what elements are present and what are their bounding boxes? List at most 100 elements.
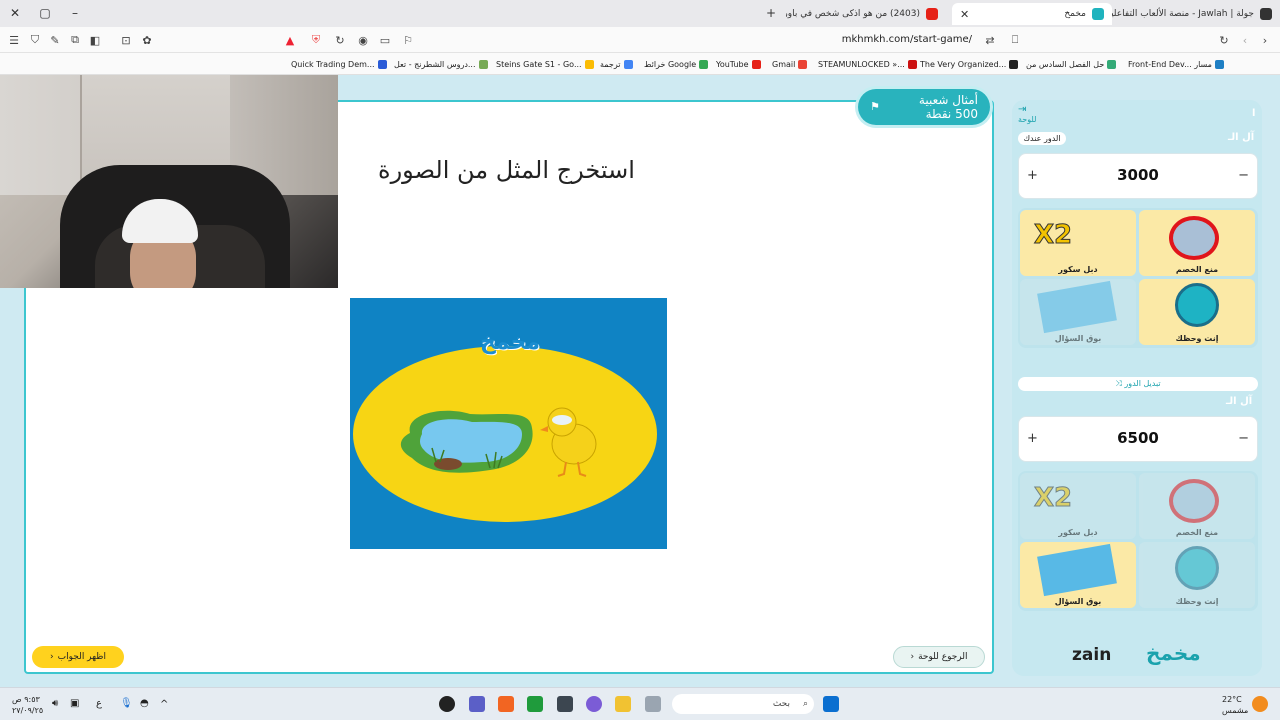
bookmark-item[interactable]: Gmail: [772, 57, 808, 71]
tab-youtube[interactable]: (2403) من هو اذكى شخص في باور: [786, 3, 946, 25]
bookmark-item[interactable]: خرائط Google: [644, 57, 709, 71]
pen-icon[interactable]: ✎: [47, 32, 63, 48]
forward-icon[interactable]: ‹: [1237, 32, 1253, 48]
reload-icon[interactable]: ↻: [1216, 32, 1232, 48]
shield-icon[interactable]: ⛉: [27, 32, 43, 48]
cast-icon[interactable]: ▭: [377, 32, 393, 48]
bookmark-item[interactable]: YouTube: [716, 57, 761, 71]
double-score-power[interactable]: X2 دبل سكور: [1020, 210, 1136, 276]
sidebar-toggle-icon[interactable]: ◧: [87, 32, 103, 48]
bookmark-item[interactable]: Front-End Dev... مسار: [1128, 57, 1224, 71]
bookmark-favicon-icon: [377, 59, 387, 69]
language-icon[interactable]: ع: [96, 698, 102, 709]
bookmark-label: حل الفصل السادس من: [1026, 59, 1105, 69]
drive-icon: [584, 59, 594, 69]
power-label: بوق السؤال: [1054, 334, 1102, 343]
bookmark-item[interactable]: ترجمة: [600, 57, 633, 71]
xbox-icon[interactable]: [527, 696, 543, 712]
obs-icon[interactable]: [439, 696, 455, 712]
mkhmkh-logo: مخمخ: [1146, 641, 1201, 665]
bookmark-label: خرائط Google: [644, 59, 697, 69]
block-opponent-power[interactable]: منع الخصم: [1139, 473, 1255, 539]
windows-taskbar: 22°C مشمس بحث ⌕ ^ ◓ 🎙︎ ع ▣ 🔊︎ ٩:٥٣ ص ٢٧/…: [0, 687, 1280, 720]
weather-temperature: 22°C: [1222, 695, 1242, 704]
bookmark-favicon-icon: [1214, 59, 1224, 69]
brave-shields-icon[interactable]: ⛨: [308, 32, 324, 48]
bookmark-icon[interactable]: ⎕: [1007, 32, 1023, 48]
luck-wheel-power[interactable]: إنت وحظك: [1139, 279, 1255, 345]
close-window-icon[interactable]: ✕: [6, 4, 24, 22]
extensions-icon[interactable]: ✿: [139, 32, 155, 48]
bookmark-item[interactable]: STEAMUNLOCKED »...: [818, 57, 917, 71]
team2-score-box: + 6500 −: [1018, 416, 1258, 462]
board-link-label: للوحة: [1018, 115, 1037, 124]
discord-icon[interactable]: [586, 696, 602, 712]
tab-mkhmkh[interactable]: مخمخ ✕: [952, 3, 1112, 25]
chevron-left-icon: ‹: [910, 652, 915, 662]
back-to-board-button[interactable]: الرجوع للوحة ‹: [893, 646, 985, 668]
double-score-power[interactable]: X2 دبل سكور: [1020, 473, 1136, 539]
address-bar[interactable]: mkhmkh.com/start-game/: [520, 31, 1000, 49]
bookmark-label: Steins Gate S1 - Go...: [496, 59, 582, 69]
zain-logo: zain: [1072, 645, 1112, 665]
team2-minus-button[interactable]: −: [1238, 431, 1249, 446]
site-settings-icon[interactable]: ⇄: [982, 32, 998, 48]
browser-toolbar: ☰ ⛉ ✎ ⧉ ◧ ⊡ ✿ ▲ ⛨ ↻ ◉ ▭ ⚐ mkhmkh.com/sta…: [0, 27, 1280, 53]
bookmark-item[interactable]: حل الفصل السادس من: [1026, 57, 1117, 71]
eye-icon[interactable]: ◉: [355, 32, 371, 48]
question-horn-power[interactable]: بوق السؤال: [1020, 279, 1136, 345]
power-label: بوق السؤال: [1054, 597, 1102, 606]
wheel-icon: [1175, 546, 1219, 590]
bookmarks-bar: Front-End Dev... مسار حل الفصل السادس من…: [0, 53, 1280, 75]
chevron-left-icon: ‹: [50, 652, 54, 662]
tab-jawlah[interactable]: جولة | Jawlah - منصة الألعاب التفاعلية: [1112, 3, 1280, 25]
bookmark-label: STEAMUNLOCKED »...: [818, 59, 905, 69]
show-answer-label: اظهر الجواب: [57, 652, 106, 662]
gmail-icon: [798, 59, 808, 69]
maximize-window-icon[interactable]: ▢: [36, 4, 54, 22]
notification-icon[interactable]: ▣: [70, 698, 79, 709]
store-icon[interactable]: [557, 696, 573, 712]
board-link[interactable]: ⇥ للوحة: [1018, 104, 1036, 124]
minimize-window-icon[interactable]: –: [66, 4, 84, 22]
question-horn-power[interactable]: بوق السؤال: [1020, 542, 1136, 608]
brave-rewards-icon[interactable]: ▲: [282, 32, 298, 48]
bookmark-favicon-icon: [478, 59, 488, 69]
power-label: دبل سكور: [1058, 528, 1098, 537]
menu-icon[interactable]: ☰: [6, 32, 22, 48]
bookmark-item[interactable]: The Very Organized...: [920, 57, 1019, 71]
translate-favicon-icon: [623, 59, 633, 69]
luck-wheel-power[interactable]: إنت وحظك: [1139, 542, 1255, 608]
youtube-icon: [751, 59, 761, 69]
teams-icon[interactable]: [469, 696, 485, 712]
tray-chevron-icon[interactable]: ^: [160, 699, 168, 710]
bookmark-label: The Very Organized...: [920, 59, 1007, 69]
team1-score: 3000: [1117, 166, 1159, 184]
windows-start-icon[interactable]: [823, 696, 839, 712]
microphone-icon[interactable]: 🎙︎: [120, 698, 133, 709]
translate-icon[interactable]: ⚐: [400, 32, 416, 48]
screenshot-icon[interactable]: ⧉: [67, 32, 83, 48]
flag-icon[interactable]: ⚑: [870, 100, 880, 113]
brave-icon[interactable]: [498, 696, 514, 712]
switch-turn-button[interactable]: تبديل الدور ⤨: [1018, 377, 1258, 391]
back-icon[interactable]: ›: [1257, 32, 1273, 48]
close-tab-icon[interactable]: ✕: [960, 8, 969, 21]
show-answer-button[interactable]: اظهر الجواب ‹: [32, 646, 124, 668]
bookmark-item[interactable]: Quick Trading Dem...: [291, 57, 387, 71]
team1-minus-button[interactable]: −: [1238, 168, 1249, 183]
power-label: منع الخصم: [1175, 528, 1219, 537]
power-label: منع الخصم: [1175, 265, 1219, 274]
app-icon[interactable]: [645, 696, 661, 712]
bookmark-favicon-icon: [1009, 59, 1019, 69]
taskbar-search[interactable]: بحث ⌕: [672, 694, 814, 714]
network-icon[interactable]: ◓: [140, 698, 149, 709]
bookmark-item[interactable]: Steins Gate S1 - Go...: [496, 57, 594, 71]
file-explorer-icon[interactable]: [615, 696, 631, 712]
new-tab-icon[interactable]: +: [762, 4, 780, 22]
volume-icon[interactable]: 🔊︎: [52, 698, 58, 709]
zoom-icon[interactable]: ⊡: [118, 32, 134, 48]
reload-alt-icon[interactable]: ↻: [332, 32, 348, 48]
bookmark-item[interactable]: دروس الشطرنج - تعل...: [394, 57, 488, 71]
block-opponent-power[interactable]: منع الخصم: [1139, 210, 1255, 276]
